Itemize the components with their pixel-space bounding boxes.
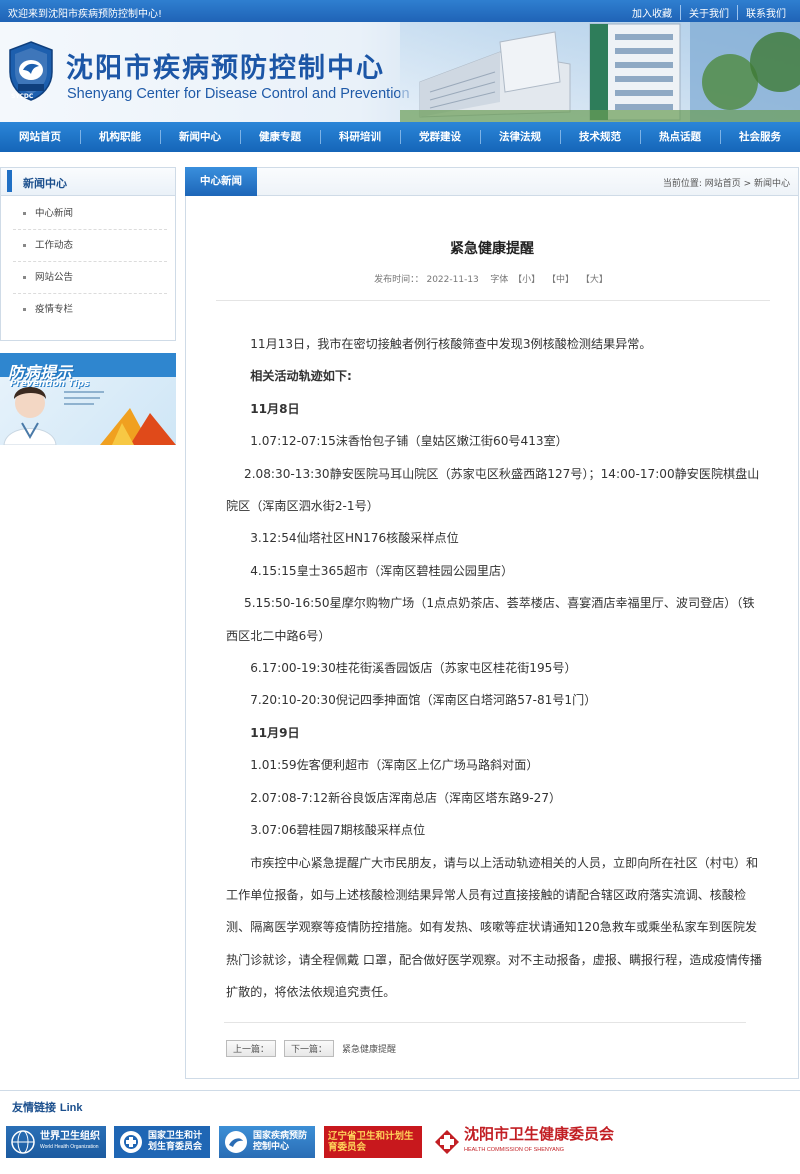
link-shenyang-health-name: 沈阳市卫生健康委员会 (464, 1125, 615, 1143)
friend-links: 世界卫生组织 World Health Organization 国家卫生和计划生… (0, 1122, 800, 1162)
sidebar-item-work-updates[interactable]: 工作动态 (13, 230, 167, 262)
sidebar-news-center: 新闻中心 中心新闻 工作动态 网站公告 疫情专栏 (0, 167, 176, 341)
friend-links-title-cn: 友情链接 (12, 1102, 56, 1114)
breadcrumb: 当前位置: 网站首页 > 新闻中心 (662, 179, 790, 189)
article-paragraph: 3.07:06碧桂园7期核酸采样点位 (250, 823, 426, 838)
site-header: SYCDC 沈阳市疾病预防控制中心 Shenyang Center for Di… (0, 22, 800, 122)
building-banner-image (400, 22, 800, 122)
main-nav: 网站首页 机构职能 新闻中心 健康专题 科研培训 党群建设 法律法规 技术规范 … (0, 122, 800, 152)
next-article-button[interactable]: 下一篇： (284, 1040, 335, 1057)
site-title-cn: 沈阳市疾病预防控制中心 (66, 53, 385, 84)
font-size-large[interactable]: 【大】 (581, 275, 608, 285)
china-cdc-emblem-icon (225, 1131, 247, 1153)
nav-party-building[interactable]: 党群建设 (400, 122, 480, 152)
logo-text: SYCDC (11, 93, 34, 100)
nav-functions[interactable]: 机构职能 (80, 122, 160, 152)
welcome-text: 欢迎来到沈阳市疾病预防控制中心! (8, 9, 163, 20)
article-body: 11月13日，我市在密切接触者例行核酸筛查中发现3例核酸检测结果异常。 相关活动轨… (226, 328, 766, 1009)
promo-subtitle: Prevention Tips (10, 379, 90, 389)
nav-home[interactable]: 网站首页 (0, 122, 80, 152)
link-liaoning-health[interactable]: 辽宁省卫生和计划生育委员会 (324, 1126, 422, 1158)
link-who-sub: World Health Organization (40, 1144, 99, 1150)
sidebar-item-epidemic[interactable]: 疫情专栏 (13, 294, 167, 326)
prevention-tips-banner[interactable]: 防病提示 Prevention Tips (0, 353, 176, 445)
sidebar-item-announcements[interactable]: 网站公告 (13, 262, 167, 294)
sidebar-header-bar (7, 170, 12, 192)
link-china-cdc[interactable]: 国家疾病预防控制中心 (219, 1126, 315, 1158)
nav-laws[interactable]: 法律法规 (480, 122, 560, 152)
sidebar-header: 新闻中心 (1, 168, 175, 196)
link-china-cdc-name: 国家疾病预防控制中心 (253, 1131, 308, 1152)
site-title-en: Shenyang Center for Disease Control and … (67, 86, 410, 102)
article-paragraph: 2.07:08-7:12新谷良饭店浑南总店（浑南区塔东路9-27） (250, 790, 562, 805)
article-paragraph: 3.12:54仙塔社区HN176核酸采样点位 (250, 531, 459, 546)
article-paragraph: 2.08:30-13:30静安医院马耳山院区（苏家屯区秋盛西路127号）；14:… (226, 466, 760, 514)
sidebar-title: 新闻中心 (23, 177, 67, 190)
article-title: 紧急健康提醒 (450, 241, 534, 257)
article-subheading: 11月9日 (250, 725, 300, 740)
publish-date: 2022-11-13 (426, 275, 479, 285)
article-paragraph: 11月13日，我市在密切接触者例行核酸筛查中发现3例核酸检测结果异常。 (250, 337, 652, 351)
link-who-name: 世界卫生组织 (40, 1131, 100, 1142)
nav-hot-topics[interactable]: 热点话题 (640, 122, 720, 152)
link-shenyang-health[interactable]: 沈阳市卫生健康委员会 HEALTH COMMISSION OF SHENYANG (430, 1126, 660, 1158)
sidebar-item-center-news[interactable]: 中心新闻 (13, 198, 167, 230)
article-meta: 发布时间：： 2022-11-13 字体 【小】 【中】 【大】 (186, 272, 798, 285)
article-paragraph: 1.07:12-07:15沫香怡包子铺（皇姑区嫩江街60号413室） (250, 434, 568, 449)
link-nhfpc[interactable]: 国家卫生和计划生育委员会 (114, 1126, 210, 1158)
article-paragraph: 市疾控中心紧急提醒广大市民朋友，请与以上活动轨迹相关的人员，立即向所在社区（村屯… (226, 855, 762, 1000)
article-subheading: 11月8日 (250, 401, 300, 416)
link-shenyang-health-sub: HEALTH COMMISSION OF SHENYANG (464, 1147, 565, 1153)
tab-center-news[interactable]: 中心新闻 (185, 167, 257, 196)
sidebar-list: 中心新闻 工作动态 网站公告 疫情专栏 (1, 196, 175, 326)
link-who[interactable]: 世界卫生组织 World Health Organization (6, 1126, 106, 1158)
current-article-label: 紧急健康提醒 (342, 1045, 397, 1055)
friend-links-title-en: Link (59, 1102, 83, 1114)
nhfpc-emblem-icon (120, 1131, 142, 1153)
article-panel: 中心新闻 当前位置: 网站首页 > 新闻中心 紧急健康提醒 发布时间：： 202… (185, 167, 799, 1079)
friend-links-header: 友情链接 Link (0, 1090, 800, 1118)
link-liaoning-health-name: 辽宁省卫生和计划生育委员会 (328, 1131, 414, 1153)
shenyang-health-emblem-icon (435, 1130, 459, 1154)
font-size-medium[interactable]: 【中】 (547, 275, 574, 285)
title-divider (216, 300, 770, 301)
prev-article-button[interactable]: 上一篇： (226, 1040, 277, 1057)
footer-divider (224, 1022, 746, 1023)
who-globe-icon (11, 1130, 35, 1154)
font-size-small[interactable]: 【小】 (513, 275, 540, 285)
article-paragraph: 4.15:15皇士365超市（浑南区碧桂园公园里店） (250, 563, 514, 578)
font-size-label: 字体 (490, 275, 509, 285)
article-paragraph: 5.15:50-16:50星摩尔购物广场（1点点奶茶店、荟萃楼店、喜宴酒店幸福里… (226, 596, 755, 643)
article-paragraph: 6.17:00-19:30桂花街溪香园饭店（苏家屯区桂花街195号） (250, 661, 577, 676)
friend-links-title: 友情链接 Link (12, 1099, 82, 1115)
top-links: 加入收藏 关于我们 联系我们 (624, 5, 794, 20)
article-subheading: 相关活动轨迹如下: (250, 369, 352, 384)
contact-us-link[interactable]: 联系我们 (737, 5, 794, 20)
add-favorite-link[interactable]: 加入收藏 (624, 5, 680, 20)
article-panel-header: 中心新闻 当前位置: 网站首页 > 新闻中心 (185, 167, 798, 196)
nav-tech-standards[interactable]: 技术规范 (560, 122, 640, 152)
about-us-link[interactable]: 关于我们 (680, 5, 737, 20)
nav-social-services[interactable]: 社会服务 (720, 122, 800, 152)
top-bar: 欢迎来到沈阳市疾病预防控制中心! 加入收藏 关于我们 联系我们 (0, 0, 800, 22)
article-pager: 上一篇： 下一篇： 紧急健康提醒 (226, 1040, 396, 1057)
nav-research-training[interactable]: 科研培训 (320, 122, 400, 152)
article-paragraph: 1.01:59佐客便利超市（浑南区上亿广场马路斜对面） (250, 758, 539, 773)
publish-label: 发布时间：： (374, 275, 424, 285)
link-nhfpc-name: 国家卫生和计划生育委员会 (148, 1131, 203, 1152)
article-paragraph: 7.20:10-20:30倪记四季抻面馆（浑南区白塔河路57-81号1门） (250, 693, 597, 708)
nav-health-topics[interactable]: 健康专题 (240, 122, 320, 152)
nav-news[interactable]: 新闻中心 (160, 122, 240, 152)
